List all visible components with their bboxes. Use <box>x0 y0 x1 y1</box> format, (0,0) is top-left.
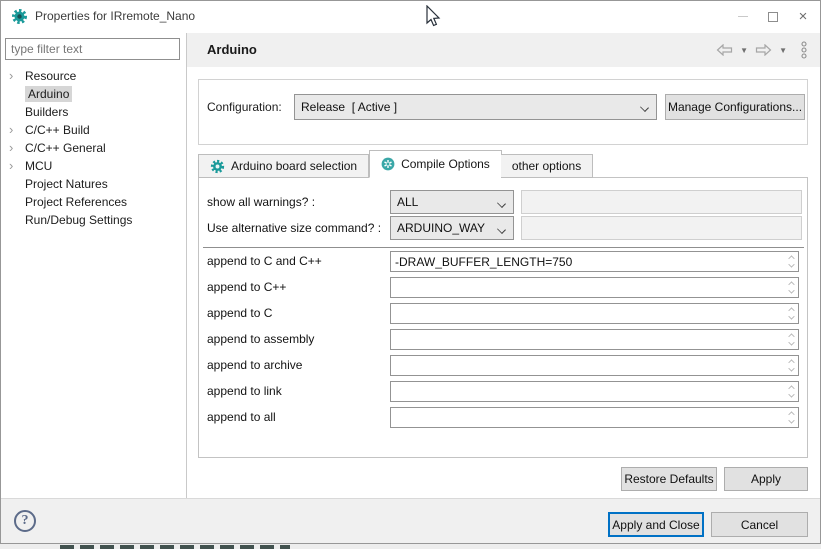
append-assembly-input[interactable] <box>391 330 784 349</box>
size-command-custom-field <box>521 216 802 240</box>
append-c-field-wrap <box>390 303 799 324</box>
tab-other-options[interactable]: other options <box>501 154 593 178</box>
scroll-arrows-icon[interactable] <box>785 409 797 426</box>
compile-tab-gear-icon <box>381 157 395 171</box>
chevron-down-icon <box>497 199 506 208</box>
tab-compile-options[interactable]: Compile Options <box>369 150 502 178</box>
scroll-arrows-icon[interactable] <box>785 331 797 348</box>
append-all-field-wrap <box>390 407 799 428</box>
append-all-label: append to all <box>207 407 276 428</box>
expand-chevron-icon[interactable]: › <box>9 67 13 84</box>
properties-dialog: Properties for IRremote_Nano × ›Resource… <box>0 0 821 544</box>
append-archive-input[interactable] <box>391 356 784 375</box>
configuration-label: Configuration: <box>207 94 282 120</box>
sidebar-item-resource[interactable]: ›Resource <box>1 67 186 85</box>
sidebar-item-cpp-build[interactable]: ›C/C++ Build <box>1 121 186 139</box>
chevron-down-icon <box>497 225 506 234</box>
forward-icon[interactable] <box>755 44 772 56</box>
scroll-arrows-icon[interactable] <box>785 383 797 400</box>
expand-chevron-icon[interactable]: › <box>9 139 13 156</box>
background-window-content <box>60 545 290 549</box>
append-link-field-wrap <box>390 381 799 402</box>
sidebar-item-builders[interactable]: Builders <box>1 103 186 121</box>
restore-defaults-button[interactable]: Restore Defaults <box>621 467 717 491</box>
mouse-cursor <box>425 5 441 29</box>
section-divider <box>203 247 804 248</box>
scroll-arrows-icon[interactable] <box>785 305 797 322</box>
append-assembly-field-wrap <box>390 329 799 350</box>
page-title: Arduino <box>207 33 257 67</box>
close-icon[interactable]: × <box>788 1 818 32</box>
board-tab-gear-icon <box>210 159 225 174</box>
manage-configurations-button[interactable]: Manage Configurations... <box>665 94 805 120</box>
show-all-warnings-label: show all warnings? : <box>207 190 315 214</box>
append-link-input[interactable] <box>391 382 784 401</box>
sidebar-item-run-debug-settings[interactable]: Run/Debug Settings <box>1 211 186 229</box>
append-c-cpp-label: append to C and C++ <box>207 251 322 272</box>
apply-button[interactable]: Apply <box>724 467 808 491</box>
options-tabs: Arduino board selection Compile Options … <box>198 150 593 178</box>
sidebar-item-project-references[interactable]: Project References <box>1 193 186 211</box>
sidebar-item-arduino[interactable]: Arduino <box>1 85 186 103</box>
window-title: Properties for IRremote_Nano <box>35 1 195 32</box>
page-header: Arduino ▼ ▼ <box>187 33 820 67</box>
scroll-arrows-icon[interactable] <box>785 279 797 296</box>
append-archive-field-wrap <box>390 355 799 376</box>
append-archive-label: append to archive <box>207 355 302 376</box>
filter-input[interactable] <box>5 38 180 60</box>
append-cpp-field-wrap <box>390 277 799 298</box>
dialog-button-bar: ? Apply and Close Cancel <box>1 498 820 543</box>
warnings-select[interactable]: ALL <box>390 190 514 214</box>
back-icon[interactable] <box>716 44 733 56</box>
scroll-arrows-icon[interactable] <box>785 357 797 374</box>
expand-chevron-icon[interactable]: › <box>9 121 13 138</box>
compile-options-panel: show all warnings? : ALL Use alternative… <box>198 177 808 458</box>
size-command-label: Use alternative size command? : <box>207 216 381 240</box>
forward-menu-caret-icon[interactable]: ▼ <box>779 46 787 55</box>
help-icon[interactable]: ? <box>14 510 36 532</box>
append-c-label: append to C <box>207 303 272 324</box>
window-controls: × <box>728 1 818 32</box>
append-c-cpp-input[interactable] <box>391 252 784 271</box>
append-c-input[interactable] <box>391 304 784 323</box>
history-nav: ▼ ▼ <box>716 33 808 67</box>
title-bar: Properties for IRremote_Nano × <box>1 1 820 33</box>
size-command-select[interactable]: ARDUINO_WAY <box>390 216 514 240</box>
append-assembly-label: append to assembly <box>207 329 314 350</box>
view-menu-icon[interactable] <box>800 41 808 59</box>
expand-chevron-icon[interactable]: › <box>9 157 13 174</box>
cancel-button[interactable]: Cancel <box>711 512 808 537</box>
scroll-arrows-icon[interactable] <box>785 253 797 270</box>
append-cpp-label: append to C++ <box>207 277 286 298</box>
chevron-down-icon <box>640 103 649 112</box>
minimize-icon[interactable] <box>728 1 758 32</box>
append-c-cpp-field-wrap <box>390 251 799 272</box>
configuration-group: Configuration: Release [ Active ] Manage… <box>198 79 808 145</box>
sloeber-gear-icon <box>11 8 28 25</box>
sidebar-item-cpp-general[interactable]: ›C/C++ General <box>1 139 186 157</box>
sidebar-item-mcu[interactable]: ›MCU <box>1 157 186 175</box>
append-link-label: append to link <box>207 381 282 402</box>
maximize-icon[interactable] <box>758 1 788 32</box>
main-panel: Arduino ▼ ▼ <box>187 33 820 498</box>
tab-arduino-board-selection[interactable]: Arduino board selection <box>198 154 369 178</box>
warnings-custom-field <box>521 190 802 214</box>
properties-sidebar: ›Resource Arduino Builders ›C/C++ Build … <box>1 33 186 498</box>
apply-and-close-button[interactable]: Apply and Close <box>608 512 704 537</box>
background-window-sliver <box>0 544 821 549</box>
back-menu-caret-icon[interactable]: ▼ <box>740 46 748 55</box>
append-cpp-input[interactable] <box>391 278 784 297</box>
sidebar-item-project-natures[interactable]: Project Natures <box>1 175 186 193</box>
append-all-input[interactable] <box>391 408 784 427</box>
configuration-select[interactable]: Release [ Active ] <box>294 94 657 120</box>
